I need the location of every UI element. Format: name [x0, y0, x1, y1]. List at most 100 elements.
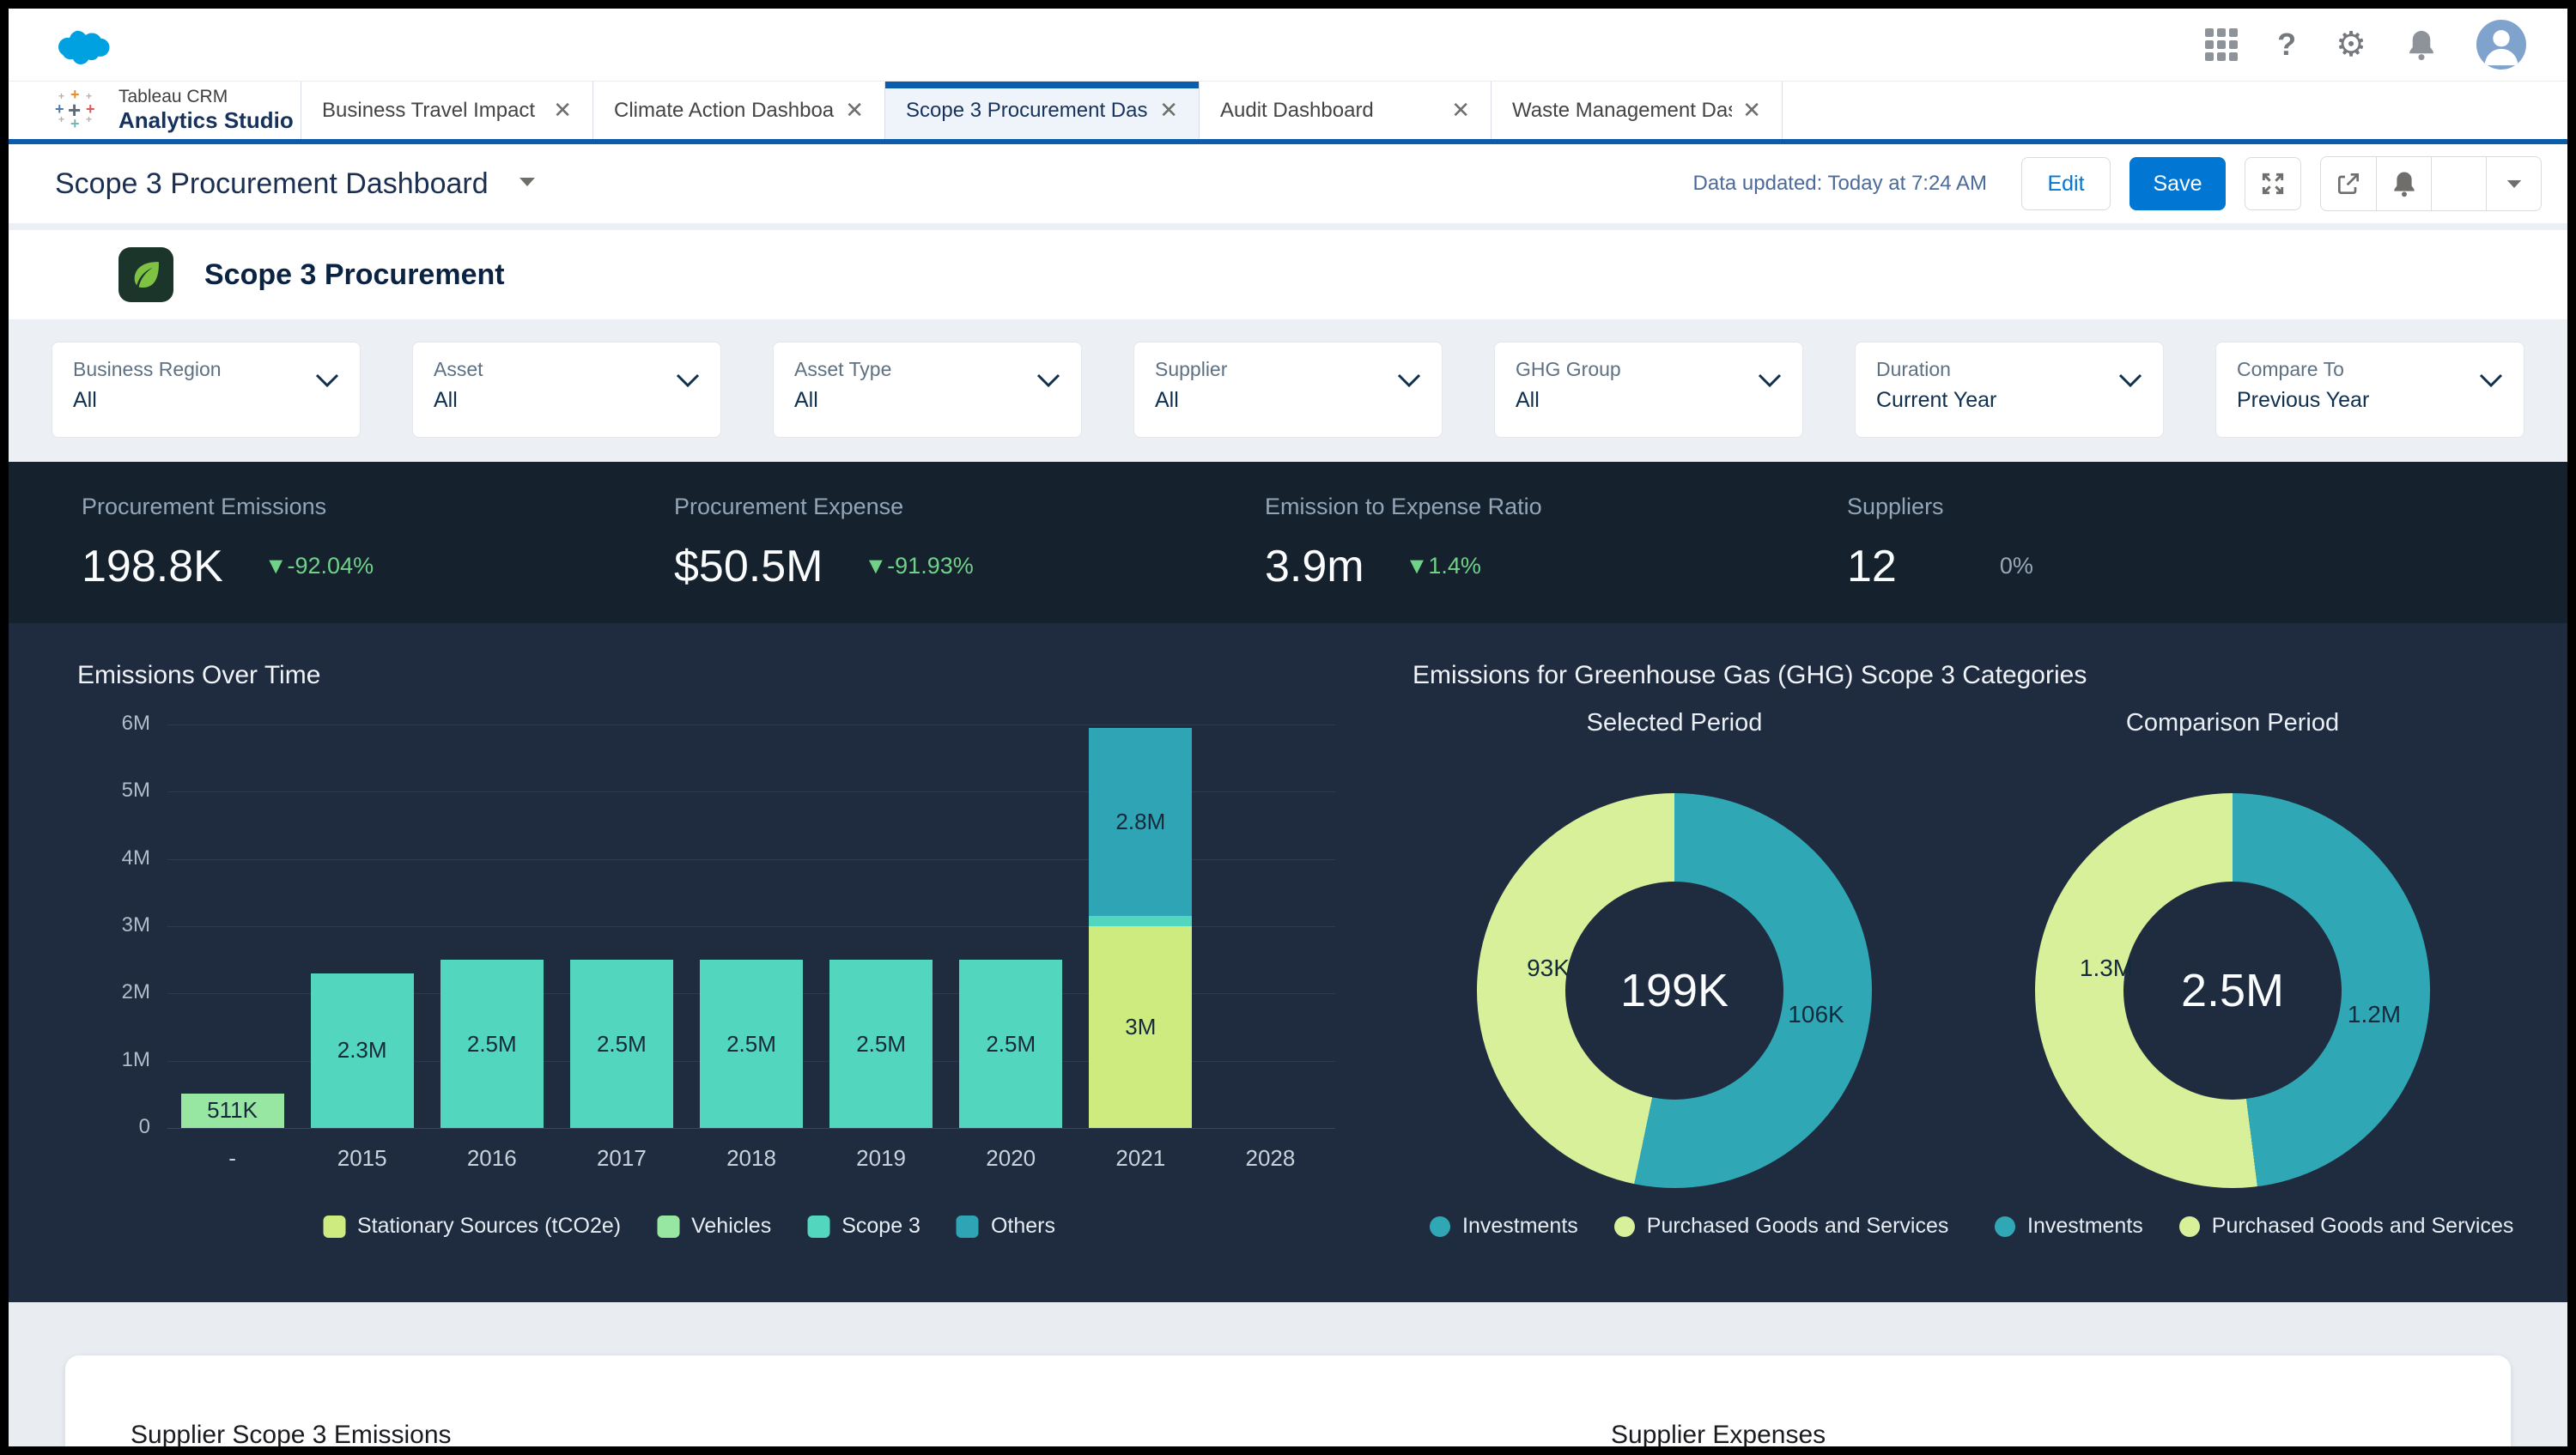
bar-segment[interactable]: 3M: [1089, 926, 1192, 1128]
edit-button[interactable]: Edit: [2021, 157, 2111, 210]
legend-item[interactable]: Others: [957, 1214, 1055, 1239]
tab-strip: + + + + + + + + + Tableau CRM Analytics …: [9, 81, 2567, 139]
selected-period-legend: Investments Purchased Goods and Services: [1430, 1214, 1948, 1239]
legend-item[interactable]: Scope 3: [807, 1214, 920, 1239]
top-bar-actions: ? ⚙: [2205, 20, 2526, 70]
legend-item[interactable]: Investments: [1430, 1214, 1578, 1239]
bar-segment[interactable]: 2.5M: [959, 960, 1062, 1128]
tab-close-icon[interactable]: ✕: [1149, 97, 1178, 124]
legend-item[interactable]: Purchased Goods and Services: [2179, 1214, 2514, 1239]
app-window: ? ⚙ + + + + + + + + + Table: [9, 9, 2567, 1446]
blank-button[interactable]: [2431, 157, 2486, 210]
user-avatar[interactable]: [2476, 20, 2526, 70]
legend-dot: [1995, 1216, 2015, 1237]
filter-dropdown[interactable]: AssetAll: [412, 342, 721, 438]
tab-close-icon[interactable]: ✕: [1732, 97, 1761, 124]
donut-slice-label: 93K: [1484, 955, 1613, 982]
y-tick-label: 2M: [39, 980, 150, 1004]
notifications-bell-icon[interactable]: [2406, 28, 2437, 61]
kpi-label: Suppliers: [1847, 494, 2033, 520]
tab[interactable]: Climate Action Dashboard✕: [592, 82, 884, 139]
legend-swatch: [807, 1216, 829, 1238]
bar-segment[interactable]: 2.5M: [829, 960, 933, 1128]
x-tick-label: 2020: [946, 1145, 1076, 1172]
bar-segment[interactable]: 2.5M: [440, 960, 544, 1128]
save-button[interactable]: Save: [2129, 157, 2226, 210]
selected-period-donut[interactable]: 199K93K106K: [1477, 793, 1872, 1188]
fullscreen-button[interactable]: [2245, 157, 2301, 210]
bar-2018[interactable]: 2.5M: [700, 960, 803, 1128]
kpi-value-row: $50.5M▼-91.93%: [674, 541, 1265, 592]
kpi: Procurement Expense$50.5M▼-91.93%: [674, 494, 1265, 592]
chevron-down-icon: [1036, 373, 1060, 392]
bar-segment[interactable]: 2.8M: [1089, 728, 1192, 916]
subscribe-bell-button[interactable]: [2376, 157, 2431, 210]
filter-dropdown[interactable]: GHG GroupAll: [1494, 342, 1803, 438]
chevron-down-icon: [2479, 373, 2503, 392]
tab-label: Climate Action Dashboard: [614, 99, 835, 123]
legend-label: Vehicles: [691, 1214, 771, 1239]
filter-dropdown[interactable]: Asset TypeAll: [773, 342, 1082, 438]
bar-2016[interactable]: 2.5M: [440, 960, 544, 1128]
legend-item[interactable]: Stationary Sources (tCO2e): [323, 1214, 621, 1239]
comparison-period-donut[interactable]: 2.5M1.3M1.2M: [2035, 793, 2430, 1188]
donut-hole: 199K: [1565, 882, 1783, 1100]
tab-close-icon[interactable]: ✕: [543, 97, 572, 124]
charts-band: Emissions Over Time 6M5M4M3M2M1M0511K-2.…: [9, 623, 2567, 1302]
tab[interactable]: Waste Management Dash...✕: [1491, 82, 1783, 139]
x-tick-label: -: [167, 1145, 297, 1172]
legend-item[interactable]: Purchased Goods and Services: [1614, 1214, 1949, 1239]
tab[interactable]: Scope 3 Procurement Das...✕: [884, 82, 1199, 139]
filter-dropdown[interactable]: SupplierAll: [1133, 342, 1443, 438]
bar-chart-title: Emissions Over Time: [77, 661, 320, 690]
legend-item[interactable]: Investments: [1995, 1214, 2143, 1239]
leaf-icon: [118, 247, 173, 302]
bar-2020[interactable]: 2.5M: [959, 960, 1062, 1128]
filter-dropdown[interactable]: Business RegionAll: [52, 342, 361, 438]
screenshot-frame: ? ⚙ + + + + + + + + + Table: [0, 0, 2576, 1455]
bar-value-label: 2.3M: [337, 1037, 387, 1064]
legend-dot: [1614, 1216, 1635, 1237]
bar-segment[interactable]: 2.5M: [700, 960, 803, 1128]
legend-item[interactable]: Vehicles: [657, 1214, 771, 1239]
kpi-value: 12: [1847, 541, 1897, 592]
share-icon: [2335, 170, 2362, 197]
analytics-studio-logo-block[interactable]: + + + + + + + + + Tableau CRM Analytics …: [9, 82, 301, 139]
kpi-delta: ▼-92.04%: [264, 553, 374, 579]
bar-2015[interactable]: 2.3M: [311, 973, 414, 1128]
comparison-period-legend: Investments Purchased Goods and Services: [1995, 1214, 2513, 1239]
gear-icon[interactable]: ⚙: [2336, 27, 2366, 62]
donut-panel-title: Emissions for Greenhouse Gas (GHG) Scope…: [1413, 661, 2087, 690]
bar-2017[interactable]: 2.5M: [570, 960, 673, 1128]
x-tick-label: 2017: [556, 1145, 686, 1172]
filter-dropdown[interactable]: DurationCurrent Year: [1855, 342, 2164, 438]
bar-2019[interactable]: 2.5M: [829, 960, 933, 1128]
bar-segment[interactable]: [1089, 916, 1192, 926]
legend-label: Investments: [2027, 1214, 2143, 1239]
bar-chart-legend: Stationary Sources (tCO2e) Vehicles Scope …: [323, 1214, 1055, 1239]
kpi-value: 3.9m: [1265, 541, 1364, 592]
filter-value: Current Year: [1876, 388, 2142, 413]
app-launcher-icon[interactable]: [2205, 28, 2238, 61]
bar-value-label: 2.5M: [597, 1031, 647, 1058]
title-caret-icon[interactable]: [518, 176, 537, 192]
bar-segment[interactable]: 2.5M: [570, 960, 673, 1128]
tab[interactable]: Business Travel Impact✕: [301, 82, 592, 139]
page-title: Scope 3 Procurement Dashboard: [55, 167, 489, 201]
more-actions-button[interactable]: [2486, 157, 2541, 210]
bar-2021[interactable]: 3M2.8M: [1089, 728, 1192, 1128]
legend-label: Scope 3: [841, 1214, 920, 1239]
share-button[interactable]: [2321, 157, 2376, 210]
tab-close-icon[interactable]: ✕: [835, 97, 864, 124]
y-tick-label: 3M: [39, 913, 150, 937]
tab-close-icon[interactable]: ✕: [1441, 97, 1470, 124]
bar-segment[interactable]: 511K: [181, 1094, 284, 1128]
help-icon[interactable]: ?: [2277, 27, 2296, 63]
filter-dropdown[interactable]: Compare ToPrevious Year: [2215, 342, 2524, 438]
bar-segment[interactable]: 2.3M: [311, 973, 414, 1128]
bar--[interactable]: 511K: [181, 1094, 284, 1128]
selected-period-subtitle: Selected Period: [1477, 709, 1872, 737]
tab[interactable]: Audit Dashboard✕: [1199, 82, 1491, 139]
filter-label: Compare To: [2237, 358, 2503, 381]
kpi-delta: 0%: [2000, 553, 2033, 579]
